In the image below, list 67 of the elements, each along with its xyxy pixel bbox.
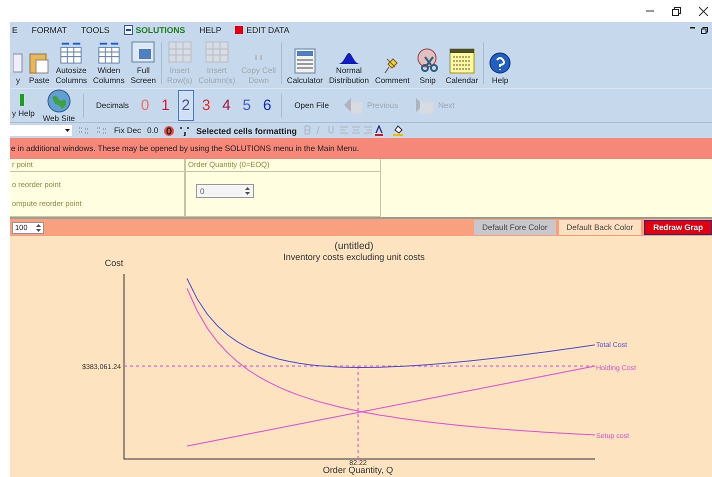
graph-button[interactable]: Redraw Grap	[644, 220, 712, 235]
globe-icon	[46, 88, 71, 112]
spinner-icon[interactable]	[36, 224, 41, 232]
zero-icon[interactable]	[164, 126, 174, 136]
fix-dec-button[interactable]: Fix Dec	[114, 126, 142, 135]
toolbar-button[interactable]: Normal Distribution	[326, 38, 372, 88]
pin-icon	[384, 56, 400, 74]
calendar-icon	[448, 48, 475, 74]
grid-arrows-icon	[96, 40, 122, 64]
help-icon	[489, 52, 512, 74]
fill-color-icon[interactable]	[392, 125, 403, 136]
square-icon	[235, 26, 244, 34]
menu-item[interactable]: E	[12, 25, 18, 35]
calculator-icon	[294, 48, 316, 74]
axis-title: Cost	[104, 258, 124, 268]
forward-arrow-icon	[414, 96, 436, 116]
toolbar-button[interactable]: Help	[486, 38, 514, 88]
graph-button[interactable]: Default Fore Color	[474, 220, 556, 235]
toolbar-button[interactable]: Snip	[412, 38, 443, 88]
close-icon[interactable]	[699, 6, 708, 16]
increase-decimal-icon[interactable]	[96, 126, 108, 136]
toolbar-button[interactable]: Calculator	[284, 38, 326, 88]
toolbar-button[interactable]: Widen Columns	[90, 38, 128, 88]
axis-title: Order Quantity, Q	[322, 465, 394, 475]
decimals-button[interactable]: 2	[178, 90, 194, 121]
menu-item[interactable]: EDIT DATA	[246, 25, 290, 35]
back-arrow-icon	[343, 96, 365, 116]
toolbar-button[interactable]: Full Screen	[128, 38, 159, 88]
toolbar-button[interactable]: Autosize Columns	[52, 38, 90, 88]
decimals-button[interactable]: 5	[238, 94, 255, 117]
graph-button[interactable]: Default Back Color	[558, 220, 642, 235]
menu-item[interactable]: TOOLS	[80, 25, 110, 35]
chart-subtitle: Inventory costs excluding unit costs	[283, 252, 425, 262]
toolbar-button[interactable]: Web Site	[40, 88, 77, 122]
menu-item[interactable]: FORMAT	[32, 25, 67, 35]
info-message: e in additional windows. These may be opened by using the SOLUTIONS menu in the Main Menu.	[10, 138, 712, 159]
decrease-decimal-icon[interactable]	[78, 126, 90, 136]
caret-icon	[65, 129, 70, 132]
decimals-button[interactable]: 4	[218, 94, 235, 117]
scissors-icon	[416, 48, 440, 74]
decimals-button[interactable]: 6	[258, 94, 276, 117]
document-icon	[124, 25, 133, 35]
document-icon	[13, 52, 23, 74]
minimize-icon[interactable]	[690, 26, 695, 28]
grid-arrows-icon	[58, 40, 84, 64]
toolbar-button[interactable]: Calendar	[442, 38, 482, 88]
decimals-label: Decimals	[95, 101, 130, 110]
spinner-icon[interactable]	[245, 187, 250, 195]
clipboard-icon	[29, 52, 50, 74]
formatting-label: Selected cells formatting	[196, 126, 297, 136]
open-file-button[interactable]: Open File	[288, 101, 333, 110]
menu-item[interactable]: HELP	[199, 25, 222, 35]
decimal-button[interactable]: 0.0	[147, 126, 158, 135]
restore-icon[interactable]	[701, 26, 708, 34]
bell-curve-icon	[338, 52, 360, 64]
minimize-icon[interactable]	[646, 10, 654, 12]
toolbar-button[interactable]: y Help	[10, 94, 37, 118]
toolbar-button[interactable]: Paste	[26, 38, 52, 88]
toolbar-button[interactable]: y	[10, 38, 26, 88]
restore-icon[interactable]	[672, 6, 681, 16]
decimals-button[interactable]: 1	[157, 94, 174, 117]
order-quantity-field[interactable]: 0	[196, 184, 254, 198]
toolbar-button[interactable]: Comment	[372, 38, 413, 88]
grid-icon	[168, 40, 192, 64]
chart-title: (untitled)	[334, 241, 374, 252]
comma-icon[interactable]	[180, 126, 190, 136]
grid-icon	[204, 40, 229, 64]
